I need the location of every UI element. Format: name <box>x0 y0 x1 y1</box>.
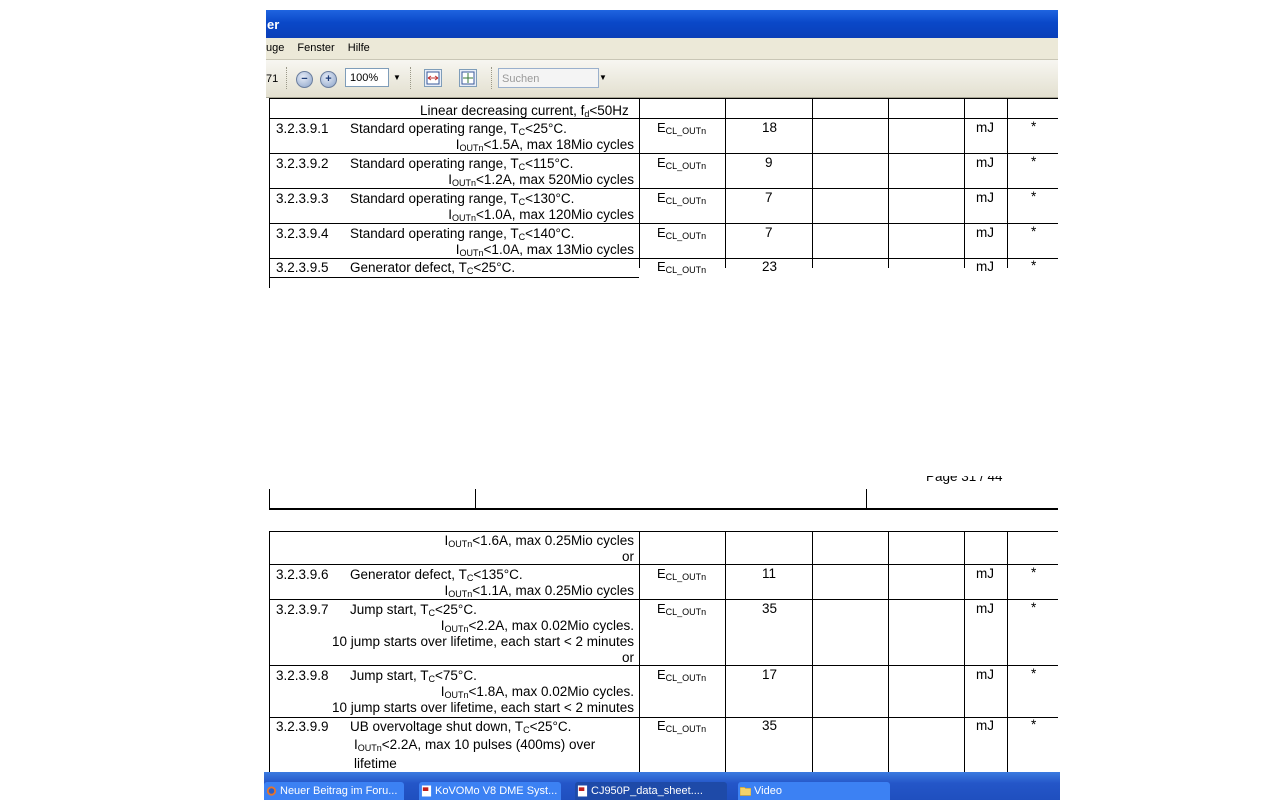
fit-page-icon[interactable] <box>459 69 477 87</box>
row-value: 11 <box>762 566 777 581</box>
row-number: 3.2.3.9.6 <box>276 567 329 582</box>
pdf-icon <box>421 785 432 797</box>
pdf-icon <box>577 785 588 797</box>
row-value: 9 <box>765 155 773 170</box>
row-number: 3.2.3.9.4 <box>276 226 329 241</box>
row-condition: IOUTn<1.1A, max 0.25Mio cycles <box>444 583 634 599</box>
taskbar-item-folder[interactable]: Video <box>738 782 890 800</box>
row-description: Generator defect, TC<25°C. <box>350 260 516 276</box>
row-value: 17 <box>762 667 778 682</box>
toolbar-separator <box>286 67 289 89</box>
row-condition: IOUTn<1.2A, max 520Mio cycles <box>448 172 634 188</box>
zoom-level-input[interactable]: 100% <box>345 68 389 87</box>
window-title: er <box>267 17 280 32</box>
menu-item-help[interactable]: Hilfe <box>348 38 370 59</box>
row-value: 18 <box>762 120 778 135</box>
row-number: 3.2.3.9.8 <box>276 668 329 683</box>
row-note: * <box>1031 565 1037 580</box>
row-connector: or <box>621 549 634 564</box>
taskbar-item-pdf-2[interactable]: CJ950P_data_sheet.... <box>575 782 727 800</box>
document-view[interactable]: Linear decreasing current, fd<50Hz 3.2.3… <box>266 98 1058 773</box>
row-unit: mJ <box>976 120 994 135</box>
toolbar: 71 − + 100% ▼ Suchen ▼ <box>266 60 1058 98</box>
folder-icon <box>740 787 751 796</box>
row-symbol: ECL_OUTn <box>657 120 707 136</box>
taskbar-item-pdf-1[interactable]: KoVOMo V8 DME Syst... <box>419 782 561 800</box>
zoom-dropdown-arrow-icon[interactable]: ▼ <box>393 73 401 82</box>
row-symbol: ECL_OUTn <box>657 225 707 241</box>
row-note: * <box>1031 600 1037 615</box>
search-dropdown-arrow-icon[interactable]: ▼ <box>599 73 607 82</box>
row-value: 7 <box>765 190 773 205</box>
firefox-icon <box>266 786 277 796</box>
taskbar-item-firefox[interactable]: Neuer Beitrag im Foru... <box>264 782 404 800</box>
row-condition: IOUTn<1.0A, max 13Mio cycles <box>455 242 634 258</box>
pdf-viewer-window: er uge Fenster Hilfe 71 − + 100% ▼ Suche… <box>266 10 1058 800</box>
row-description: UB overvoltage shut down, TC<25°C. <box>350 719 572 735</box>
row-note-text: lifetime <box>354 756 397 771</box>
search-input[interactable]: Suchen <box>498 68 599 88</box>
menu-item-tools[interactable]: uge <box>266 38 284 59</box>
page-footer-fragment: Page 31 / 44 <box>926 469 1003 484</box>
row-note: * <box>1031 666 1037 681</box>
row-symbol: ECL_OUTn <box>657 667 707 683</box>
row-value: 23 <box>762 259 778 274</box>
row-symbol: ECL_OUTn <box>657 601 707 617</box>
row-number: 3.2.3.9.5 <box>276 260 329 275</box>
zoom-out-icon[interactable]: − <box>296 71 313 88</box>
row-symbol: ECL_OUTn <box>657 718 707 734</box>
menu-bar: uge Fenster Hilfe <box>266 38 1058 60</box>
row-condition: IOUTn<1.0A, max 120Mio cycles <box>448 207 634 223</box>
row-note: * <box>1031 154 1037 169</box>
row-note-text: 10 jump starts over lifetime, each start… <box>331 634 634 649</box>
row-number: 3.2.3.9.7 <box>276 602 329 617</box>
row-unit: mJ <box>976 225 994 240</box>
row-unit: mJ <box>976 155 994 170</box>
row-symbol: ECL_OUTn <box>657 155 707 171</box>
row-condition: IOUTn<2.2A, max 10 pulses (400ms) over <box>354 737 596 753</box>
toolbar-separator <box>491 67 494 89</box>
row-unit: mJ <box>976 718 994 733</box>
page-count: 71 <box>266 73 279 85</box>
zoom-in-icon[interactable]: + <box>320 71 337 88</box>
row-unit: mJ <box>976 190 994 205</box>
row-note: * <box>1031 189 1037 204</box>
row-symbol: ECL_OUTn <box>657 259 707 275</box>
taskbar: Neuer Beitrag im Foru... KoVOMo V8 DME S… <box>264 772 1060 800</box>
row-unit: mJ <box>976 566 994 581</box>
row-condition: IOUTn<1.5A, max 18Mio cycles <box>455 137 634 153</box>
row-unit: mJ <box>976 667 994 682</box>
row-note: * <box>1031 258 1037 273</box>
fit-width-icon[interactable] <box>424 69 442 87</box>
row-value: 35 <box>762 718 778 733</box>
row-note: * <box>1031 224 1037 239</box>
row-unit: mJ <box>976 601 994 616</box>
row-note-text: 10 jump starts over lifetime, each start… <box>331 700 634 715</box>
row-connector: or <box>621 650 634 665</box>
row-value: 35 <box>762 601 778 616</box>
row-note: * <box>1031 717 1037 732</box>
title-bar: er <box>266 10 1058 38</box>
row-number: 3.2.3.9.2 <box>276 156 329 171</box>
row-number: 3.2.3.9.9 <box>276 719 329 734</box>
row-symbol: ECL_OUTn <box>657 190 707 206</box>
row-number: 3.2.3.9.1 <box>276 121 329 136</box>
row-value: 7 <box>765 225 773 240</box>
row-unit: mJ <box>976 259 994 274</box>
toolbar-separator <box>410 67 413 89</box>
row-note: * <box>1031 119 1037 134</box>
table-header-fragment: Linear decreasing current, fd<50Hz <box>420 103 629 119</box>
menu-item-window[interactable]: Fenster <box>297 38 334 59</box>
row-symbol: ECL_OUTn <box>657 566 707 582</box>
row-number: 3.2.3.9.3 <box>276 191 329 206</box>
